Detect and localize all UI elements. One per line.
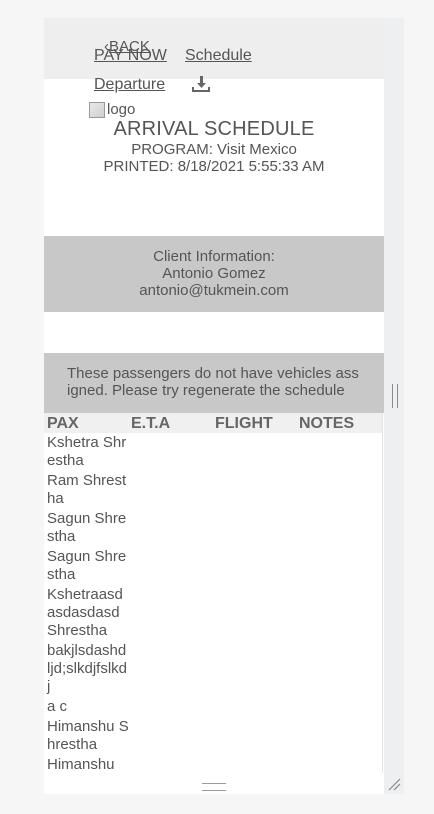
horizontal-resize-grip[interactable]	[202, 783, 226, 791]
column-header-eta: E.T.A	[131, 415, 171, 432]
program-label: PROGRAM: Visit Mexico	[131, 141, 297, 158]
table-row: Kshetraasdasdasdasd Shrestha	[47, 586, 123, 639]
printed-timestamp: PRINTED: 8/18/2021 5:55:33 AM	[103, 158, 325, 175]
table-row: a c	[47, 698, 68, 715]
departure-link[interactable]: Departure	[94, 76, 165, 94]
client-info-heading: Client Information:	[153, 248, 275, 265]
column-header-pax: PAX	[47, 415, 79, 432]
pax-list: Kshetra Shrestha Ram Shrestha Sagun Shre…	[47, 434, 129, 776]
table-row: Sagun Shrestha	[47, 548, 127, 583]
back-label: BACK	[109, 38, 150, 55]
table-row: Sagun Shrestha	[47, 510, 127, 545]
table-right-border	[382, 413, 383, 773]
unassigned-warning: These passengers do not have vehicles as…	[44, 353, 384, 413]
table-header: PAX E.T.A FLIGHT NOTES	[44, 413, 382, 433]
page-title: ARRIVAL SCHEDULE	[113, 118, 315, 140]
download-icon[interactable]	[192, 75, 210, 93]
back-button[interactable]: ‹BACK	[104, 38, 150, 55]
schedule-link[interactable]: Schedule	[185, 47, 252, 65]
table-row: Himanshu	[47, 756, 115, 773]
logo-alt-text: logo	[107, 101, 136, 118]
table-row: bakjlsdashd ljd;slkdjfslkdj	[47, 642, 128, 695]
logo: logo	[89, 101, 135, 118]
client-email: antonio@tukmein.com	[139, 282, 289, 299]
column-header-flight: FLIGHT	[215, 415, 273, 432]
table-row: Kshetra Shrestha	[47, 434, 127, 469]
vertical-resize-grip[interactable]	[392, 384, 398, 408]
column-header-notes: NOTES	[299, 415, 355, 432]
client-name: Antonio Gomez	[162, 265, 266, 282]
client-info-box: Client Information: Antonio Gomez antoni…	[44, 236, 384, 312]
resize-corner-icon[interactable]	[387, 777, 401, 791]
table-row: Himanshu Shrestha	[47, 718, 129, 753]
schedule-panel: PAY NOW ‹BACK Schedule Departure logo AR…	[44, 18, 384, 794]
broken-image-icon	[89, 101, 105, 118]
table-row: Ram Shrestha	[47, 472, 127, 507]
